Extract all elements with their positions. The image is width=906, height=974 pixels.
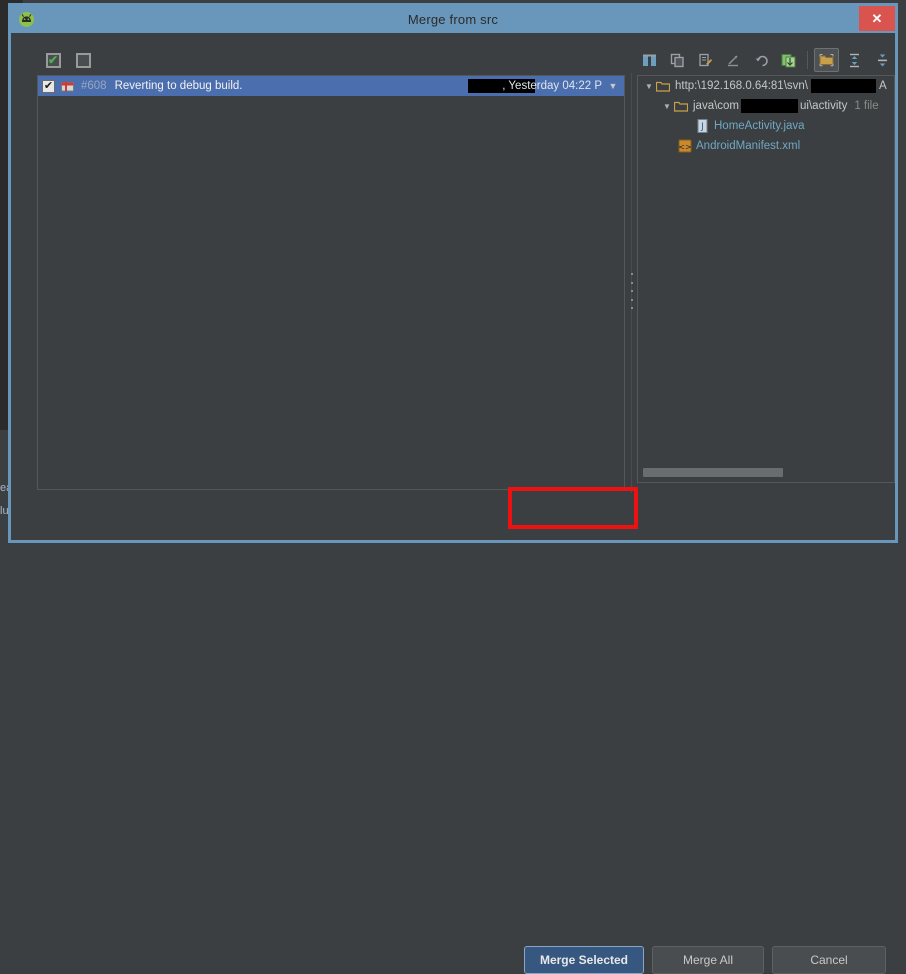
show-diff-icon[interactable]	[637, 48, 662, 72]
node-label-prefix: http:\192.168.0.64:81\svn\	[675, 80, 808, 92]
merge-all-button[interactable]: Merge All	[652, 946, 764, 974]
revisions-pane: ✔ ✔ #608 Reverting to debug build. , Yes…	[29, 47, 625, 492]
file-name[interactable]: AndroidManifest.xml	[696, 140, 800, 152]
changelist-icon	[61, 81, 74, 92]
rollback-icon[interactable]	[749, 48, 774, 72]
close-button[interactable]: ✕	[859, 6, 895, 31]
package-redacted	[741, 99, 799, 113]
pane-splitter[interactable]	[627, 73, 637, 493]
file-name[interactable]: HomeActivity.java	[714, 120, 805, 132]
changed-files-tree[interactable]: ▼ http:\192.168.0.64:81\svn\ A ▼ java\co…	[637, 75, 895, 483]
deselect-all-icon[interactable]	[71, 48, 95, 72]
path-redacted	[811, 79, 876, 93]
list-item[interactable]: ▼ http:\192.168.0.64:81\svn\ A	[638, 76, 894, 96]
dialog-body: ✔ ✔ #608 Reverting to debug build. , Yes…	[11, 33, 895, 974]
group-by-directory-icon[interactable]	[814, 48, 840, 72]
collapse-all-icon[interactable]	[870, 48, 895, 72]
merge-selected-button[interactable]: Merge Selected	[524, 946, 644, 974]
show-changed-files-icon[interactable]	[776, 48, 801, 72]
expand-all-icon[interactable]	[842, 48, 867, 72]
revisions-list[interactable]: ✔ #608 Reverting to debug build. , Yeste…	[37, 75, 625, 490]
merge-dialog-window: Merge from src ✕ ✔ ✔ #608 Reverting to d…	[8, 3, 898, 974]
changed-files-pane: ▼ http:\192.168.0.64:81\svn\ A ▼ java\co…	[637, 47, 895, 492]
java-file-icon: J	[696, 119, 709, 133]
svg-text:<>: <>	[678, 143, 691, 152]
dialog-footer: Merge Selected Merge All Cancel	[11, 480, 895, 974]
revision-message: Reverting to debug build.	[114, 80, 243, 92]
changed-files-toolbar	[637, 47, 895, 73]
copy-icon[interactable]	[665, 48, 690, 72]
node-label-suffix: ui\activity	[800, 100, 848, 112]
dialog-title: Merge from src	[407, 12, 499, 27]
select-all-icon[interactable]: ✔	[41, 48, 65, 72]
revert-icon[interactable]	[721, 48, 746, 72]
list-item[interactable]: ▼ java\com ui\activity 1 file	[638, 96, 894, 116]
table-row[interactable]: ✔ #608 Reverting to debug build. , Yeste…	[38, 76, 624, 96]
revision-number: #608	[81, 80, 107, 92]
row-checkbox[interactable]: ✔	[42, 79, 55, 93]
splitter-grip[interactable]	[629, 273, 634, 309]
xml-file-icon: <>	[678, 139, 692, 153]
node-label-suffix: A	[879, 80, 887, 92]
svg-text:J: J	[700, 122, 704, 132]
chevron-down-icon[interactable]: ▼	[642, 82, 656, 91]
chevron-down-icon[interactable]: ▼	[660, 102, 674, 111]
revision-date: , Yesterday 04:22 P	[502, 80, 602, 92]
scrollbar-thumb[interactable]	[643, 468, 783, 477]
dialog-titlebar: Merge from src ✕	[11, 6, 895, 33]
list-item[interactable]: <> AndroidManifest.xml	[638, 136, 894, 156]
horizontal-scrollbar[interactable]	[643, 468, 887, 477]
file-count: 1 file	[854, 100, 879, 112]
annotate-icon[interactable]	[693, 48, 718, 72]
toolbar-divider	[807, 51, 809, 69]
list-item[interactable]: J HomeActivity.java	[638, 116, 894, 136]
revisions-toolbar: ✔	[29, 47, 625, 73]
cancel-button[interactable]: Cancel	[772, 946, 886, 974]
chevron-down-icon[interactable]: ▼	[604, 76, 622, 96]
node-label-prefix: java\com	[693, 100, 740, 112]
folder-icon	[673, 101, 689, 112]
android-studio-icon	[17, 10, 36, 29]
folder-icon	[655, 81, 671, 92]
